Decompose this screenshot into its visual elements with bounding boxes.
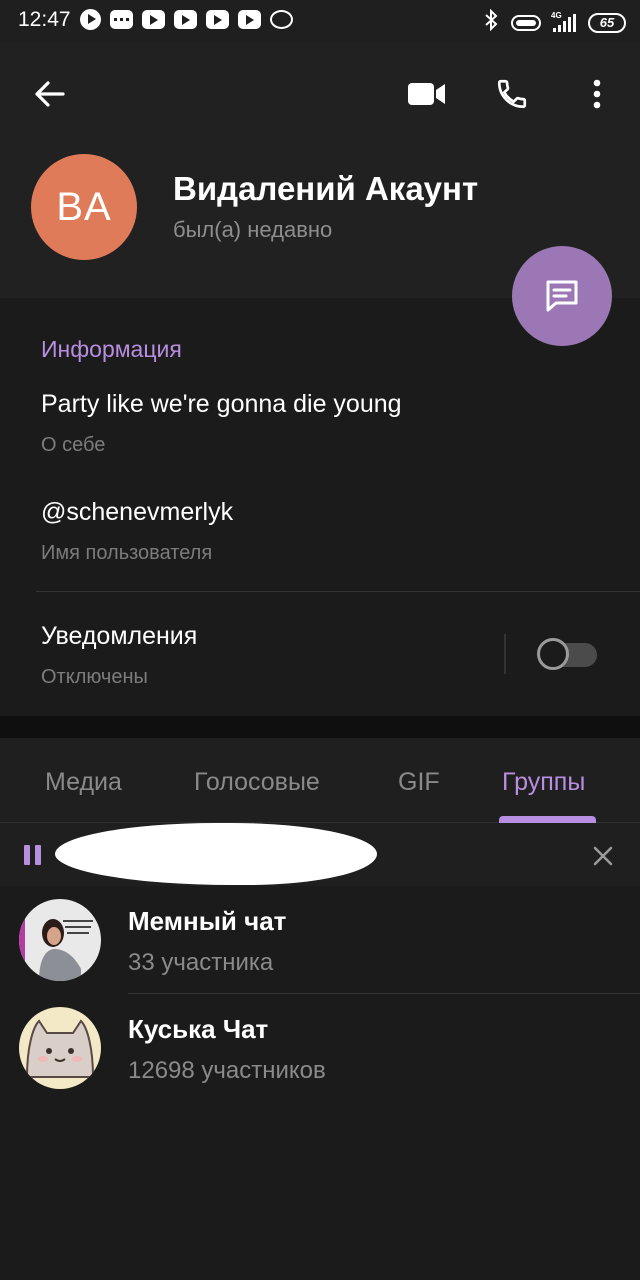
status-system-icons: 4G 65 — [483, 8, 626, 37]
bio-label: О себе — [41, 434, 106, 456]
divider — [36, 591, 640, 592]
group-member-count: 33 участника — [128, 949, 274, 976]
bio-value[interactable]: Party like we're gonna die young — [41, 390, 402, 419]
notifications-toggle[interactable] — [537, 638, 599, 670]
section-gap — [0, 716, 640, 738]
message-dots-icon — [110, 10, 133, 29]
toggle-separator — [504, 634, 506, 674]
phone-icon — [497, 79, 527, 109]
status-bar: 12:47 4G 65 — [0, 0, 640, 42]
tab-groups[interactable]: Группы — [502, 768, 585, 797]
group-member-count: 12698 участников — [128, 1057, 326, 1084]
network-type: 4G — [551, 11, 562, 20]
username-value[interactable]: @schenevmerlyk — [41, 498, 233, 527]
video-call-icon — [408, 83, 445, 105]
group-name: Мемный чат — [128, 906, 287, 936]
info-section: Информация Party like we're gonna die yo… — [0, 298, 640, 716]
vibrate-icon — [511, 15, 541, 31]
tab-media[interactable]: Медиа — [45, 768, 122, 797]
send-message-button[interactable] — [512, 246, 612, 346]
redacted-track-title — [55, 823, 377, 885]
tab-gif[interactable]: GIF — [398, 768, 440, 797]
youtube-icon — [238, 10, 261, 29]
group-avatar — [19, 899, 101, 981]
more-options-button[interactable] — [580, 72, 614, 116]
username-label: Имя пользователя — [41, 542, 213, 564]
groups-list: Мемный чат 33 участника Куська Чат 12698… — [0, 886, 640, 1280]
video-call-button[interactable] — [404, 72, 450, 116]
youtube-icon — [174, 10, 197, 29]
status-time: 12:47 — [18, 8, 71, 31]
pause-icon[interactable] — [24, 845, 42, 865]
more-vert-icon — [593, 79, 601, 109]
play-circle-icon — [80, 9, 101, 30]
list-item[interactable]: Куська Чат 12698 участников — [0, 994, 640, 1102]
message-icon — [546, 280, 578, 312]
toggle-knob — [537, 638, 569, 670]
viber-icon — [270, 10, 293, 29]
phone-call-button[interactable] — [490, 72, 534, 116]
tab-active-indicator — [499, 816, 596, 823]
tab-voice[interactable]: Голосовые — [194, 768, 320, 797]
profile-avatar[interactable]: BA — [31, 154, 137, 260]
arrow-left-icon — [35, 81, 65, 107]
youtube-icon — [206, 10, 229, 29]
group-avatar — [19, 1007, 101, 1089]
list-item[interactable]: Мемный чат 33 участника — [0, 886, 640, 994]
profile-name: Видалений Акаунт — [173, 170, 479, 207]
battery-icon: 65 — [588, 13, 626, 33]
bluetooth-icon — [483, 8, 499, 37]
info-section-title: Информация — [41, 336, 182, 362]
audio-player-bar[interactable] — [0, 823, 640, 886]
youtube-icon — [142, 10, 165, 29]
profile-status: был(а) недавно — [173, 217, 333, 242]
group-name: Куська Чат — [128, 1014, 269, 1044]
signal-icon: 4G — [551, 11, 576, 32]
notifications-value[interactable]: Уведомления — [41, 622, 197, 651]
back-button[interactable] — [26, 72, 72, 116]
close-icon[interactable] — [588, 841, 618, 871]
status-notification-icons — [80, 9, 293, 30]
notifications-label: Отключены — [41, 666, 148, 688]
media-tabs: Медиа Голосовые GIF Группы — [0, 738, 640, 823]
